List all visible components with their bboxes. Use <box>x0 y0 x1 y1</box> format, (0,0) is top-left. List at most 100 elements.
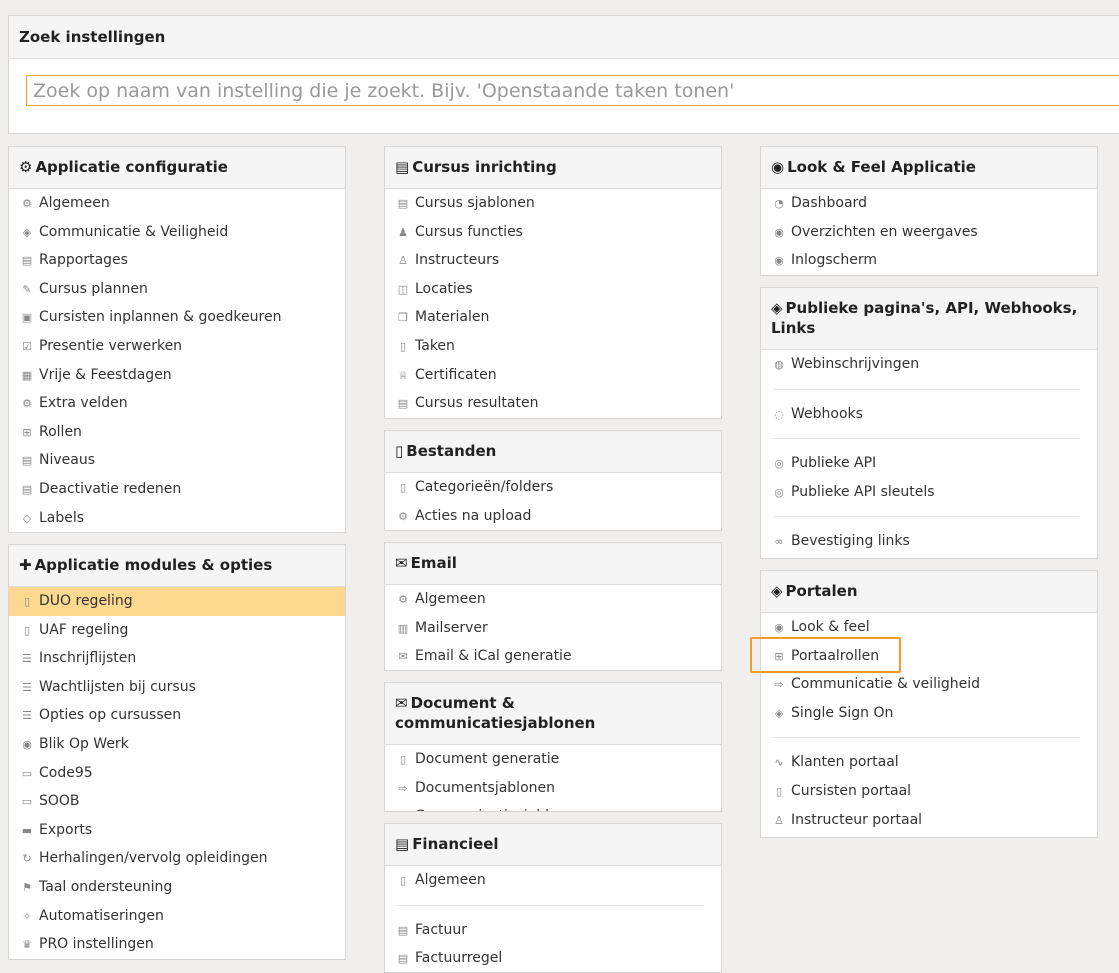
settings-item[interactable]: ▤ Rapportages <box>9 246 345 275</box>
settings-item[interactable]: ◇ Labels <box>9 504 345 532</box>
settings-item[interactable]: ◎ Publieke API <box>761 449 1097 478</box>
envelope-icon: ✉ <box>395 694 408 712</box>
settings-item[interactable]: ▭ Code95 <box>9 759 345 788</box>
eye-icon: ◉ <box>771 158 785 176</box>
settings-item-label: Presentie verwerken <box>39 337 183 354</box>
settings-item[interactable]: ▯ Document generatie <box>385 745 721 774</box>
settings-item[interactable]: ☰ Opties op cursussen <box>9 701 345 730</box>
invoice-icon: ▤ <box>395 835 410 853</box>
settings-item[interactable]: ⚙ Extra velden <box>9 389 345 418</box>
panel-title-text: Applicatie configuratie <box>35 158 228 176</box>
settings-item[interactable]: ⚙ Algemeen <box>9 189 345 218</box>
settings-item[interactable]: ⚑ Taal ondersteuning <box>9 873 345 902</box>
settings-item[interactable]: ◫ Locaties <box>385 275 721 304</box>
settings-item[interactable]: ▯ Taken <box>385 332 721 361</box>
settings-item[interactable]: ▯ DUO regeling <box>9 587 345 616</box>
globe-icon: ◍ <box>774 358 784 371</box>
panel-app-modules: ✚ Applicatie modules & opties ▯ DUO regelin… <box>8 544 346 960</box>
settings-item[interactable]: ♛ PRO instellingen <box>9 930 345 959</box>
settings-item[interactable]: ❒ Materialen <box>385 303 721 332</box>
file-arrow-icon: ⇨ <box>774 678 784 692</box>
settings-item[interactable]: ▯ UAF regeling <box>9 616 345 645</box>
settings-item-label: Rapportages <box>39 252 128 269</box>
file-icon: ▯ <box>395 442 404 460</box>
search-input[interactable] <box>26 75 1119 106</box>
settings-item-label: Blik Op Werk <box>39 735 129 752</box>
panel-title: ⚙ Applicatie configuratie <box>9 147 345 189</box>
settings-item[interactable]: ⚙ Algemeen <box>385 585 721 614</box>
settings-item-label: Inlogscherm <box>791 252 877 269</box>
settings-item-label: Wachtlijsten bij cursus <box>39 678 196 695</box>
settings-item[interactable]: ⚙ Acties na upload <box>385 502 721 530</box>
settings-item[interactable]: ▯ Cursisten portaal <box>761 777 1097 806</box>
panel-title-text: Portalen <box>785 582 858 600</box>
gears-icon: ⚙ <box>398 509 408 523</box>
shield-icon: ◈ <box>22 225 32 239</box>
chart-icon: ▤ <box>21 454 33 468</box>
gears-icon: ⚙ <box>22 397 32 411</box>
settings-item[interactable]: ◌ Webhooks <box>761 400 1097 429</box>
settings-item[interactable]: ♙ Instructeur portaal <box>761 806 1097 835</box>
settings-item-label: Look & feel <box>791 619 870 635</box>
user-icon: ♙ <box>398 254 408 268</box>
settings-item[interactable]: ▦ Vrije & Feestdagen <box>9 361 345 390</box>
settings-item[interactable]: ♙ Instructeurs <box>385 246 721 275</box>
separator <box>773 388 1079 390</box>
settings-item[interactable]: ♟ Cursus functies <box>385 218 721 247</box>
settings-item[interactable]: ▥ Mailserver <box>385 614 721 643</box>
settings-item-label: Instructeurs <box>415 252 500 269</box>
settings-item[interactable]: ☑ Presentie verwerken <box>9 332 345 361</box>
settings-item[interactable]: ☰ Inschrijflijsten <box>9 644 345 673</box>
settings-item[interactable]: ▤ Niveaus <box>9 446 345 475</box>
panel-app-config: ⚙ Applicatie configuratie ⚙ Algemeen ◈ Commun… <box>8 146 346 533</box>
settings-item[interactable]: ◈ Single Sign On <box>761 699 1097 728</box>
settings-item[interactable]: ▤ Cursus sjablonen <box>385 189 721 218</box>
settings-item[interactable]: ◉ Inlogscherm <box>761 246 1097 275</box>
settings-item[interactable]: ◉ Overzichten en weergaves <box>761 218 1097 247</box>
truck-icon: ▭ <box>21 766 33 780</box>
settings-item-label: Algemeen <box>415 591 486 607</box>
panel-title: ▤ Financieel <box>385 824 721 866</box>
api-icon: ◎ <box>774 485 784 499</box>
settings-item[interactable]: ⇨ Documentsjablonen <box>385 774 721 803</box>
settings-item-label: Bevestiging links <box>791 533 910 550</box>
settings-item[interactable]: ✧ Automatiseringen <box>9 902 345 931</box>
settings-item-label: Instructeur portaal <box>791 811 923 828</box>
settings-item[interactable]: ▭ SOOB <box>9 787 345 816</box>
search-title: Zoek instellingen <box>9 16 1119 59</box>
settings-item[interactable]: ▯ Algemeen <box>385 866 721 895</box>
settings-item[interactable]: ⊞ Portaalrollen <box>761 642 1097 671</box>
settings-item[interactable]: ▤ Cursus resultaten <box>385 389 721 418</box>
settings-item-label: Cursisten portaal <box>791 782 912 799</box>
settings-item[interactable]: ▬ Exports <box>9 816 345 845</box>
settings-item[interactable]: ▤ Deactivatie redenen <box>9 475 345 504</box>
puzzle-icon: ✚ <box>19 556 32 574</box>
settings-item[interactable]: ◉ Blik Op Werk <box>9 730 345 759</box>
webhook-icon: ◌ <box>774 407 784 421</box>
settings-item[interactable]: ↻ Herhalingen/vervolg opleidingen <box>9 844 345 873</box>
settings-item[interactable]: ⇨ Communicatiesjablonen <box>385 802 721 811</box>
settings-item[interactable]: ◍ Webinschrijvingen <box>761 350 1097 379</box>
settings-item[interactable]: ∞ Bevestiging links <box>761 527 1097 556</box>
panel-title-text: Document & communicatiesjablonen <box>395 694 596 732</box>
settings-item[interactable]: ▣ Cursisten inplannen & goedkeuren <box>9 303 345 332</box>
settings-item[interactable]: ∿ Klanten portaal <box>761 748 1097 777</box>
settings-item[interactable]: ▤ Factuurregel <box>385 944 721 972</box>
settings-item[interactable]: ✉ Email & iCal generatie <box>385 642 721 670</box>
gears-icon: ⚙ <box>19 158 33 176</box>
gears-icon: ⚙ <box>22 197 32 210</box>
settings-item[interactable]: ✎ Cursus plannen <box>9 275 345 304</box>
settings-item[interactable]: ◎ Publieke API sleutels <box>761 478 1097 507</box>
settings-item-label: Vrije & Feestdagen <box>39 366 172 383</box>
settings-item[interactable]: ☰ Wachtlijsten bij cursus <box>9 673 345 702</box>
settings-item[interactable]: ⊞ Rollen <box>9 418 345 447</box>
settings-item[interactable]: ◉ Look & feel <box>761 613 1097 642</box>
settings-item[interactable]: ▯ Categorieën/folders <box>385 473 721 502</box>
settings-item[interactable]: ⇨ Communicatie & veiligheid <box>761 670 1097 699</box>
settings-item[interactable]: ♕ Certificaten <box>385 361 721 390</box>
settings-item[interactable]: ◈ Communicatie & Veiligheid <box>9 218 345 247</box>
grid-icon: ⊞ <box>22 425 32 439</box>
settings-item[interactable]: ▤ Factuur <box>385 916 721 945</box>
list-icon: ☰ <box>22 652 32 666</box>
settings-item[interactable]: ◔ Dashboard <box>761 189 1097 218</box>
